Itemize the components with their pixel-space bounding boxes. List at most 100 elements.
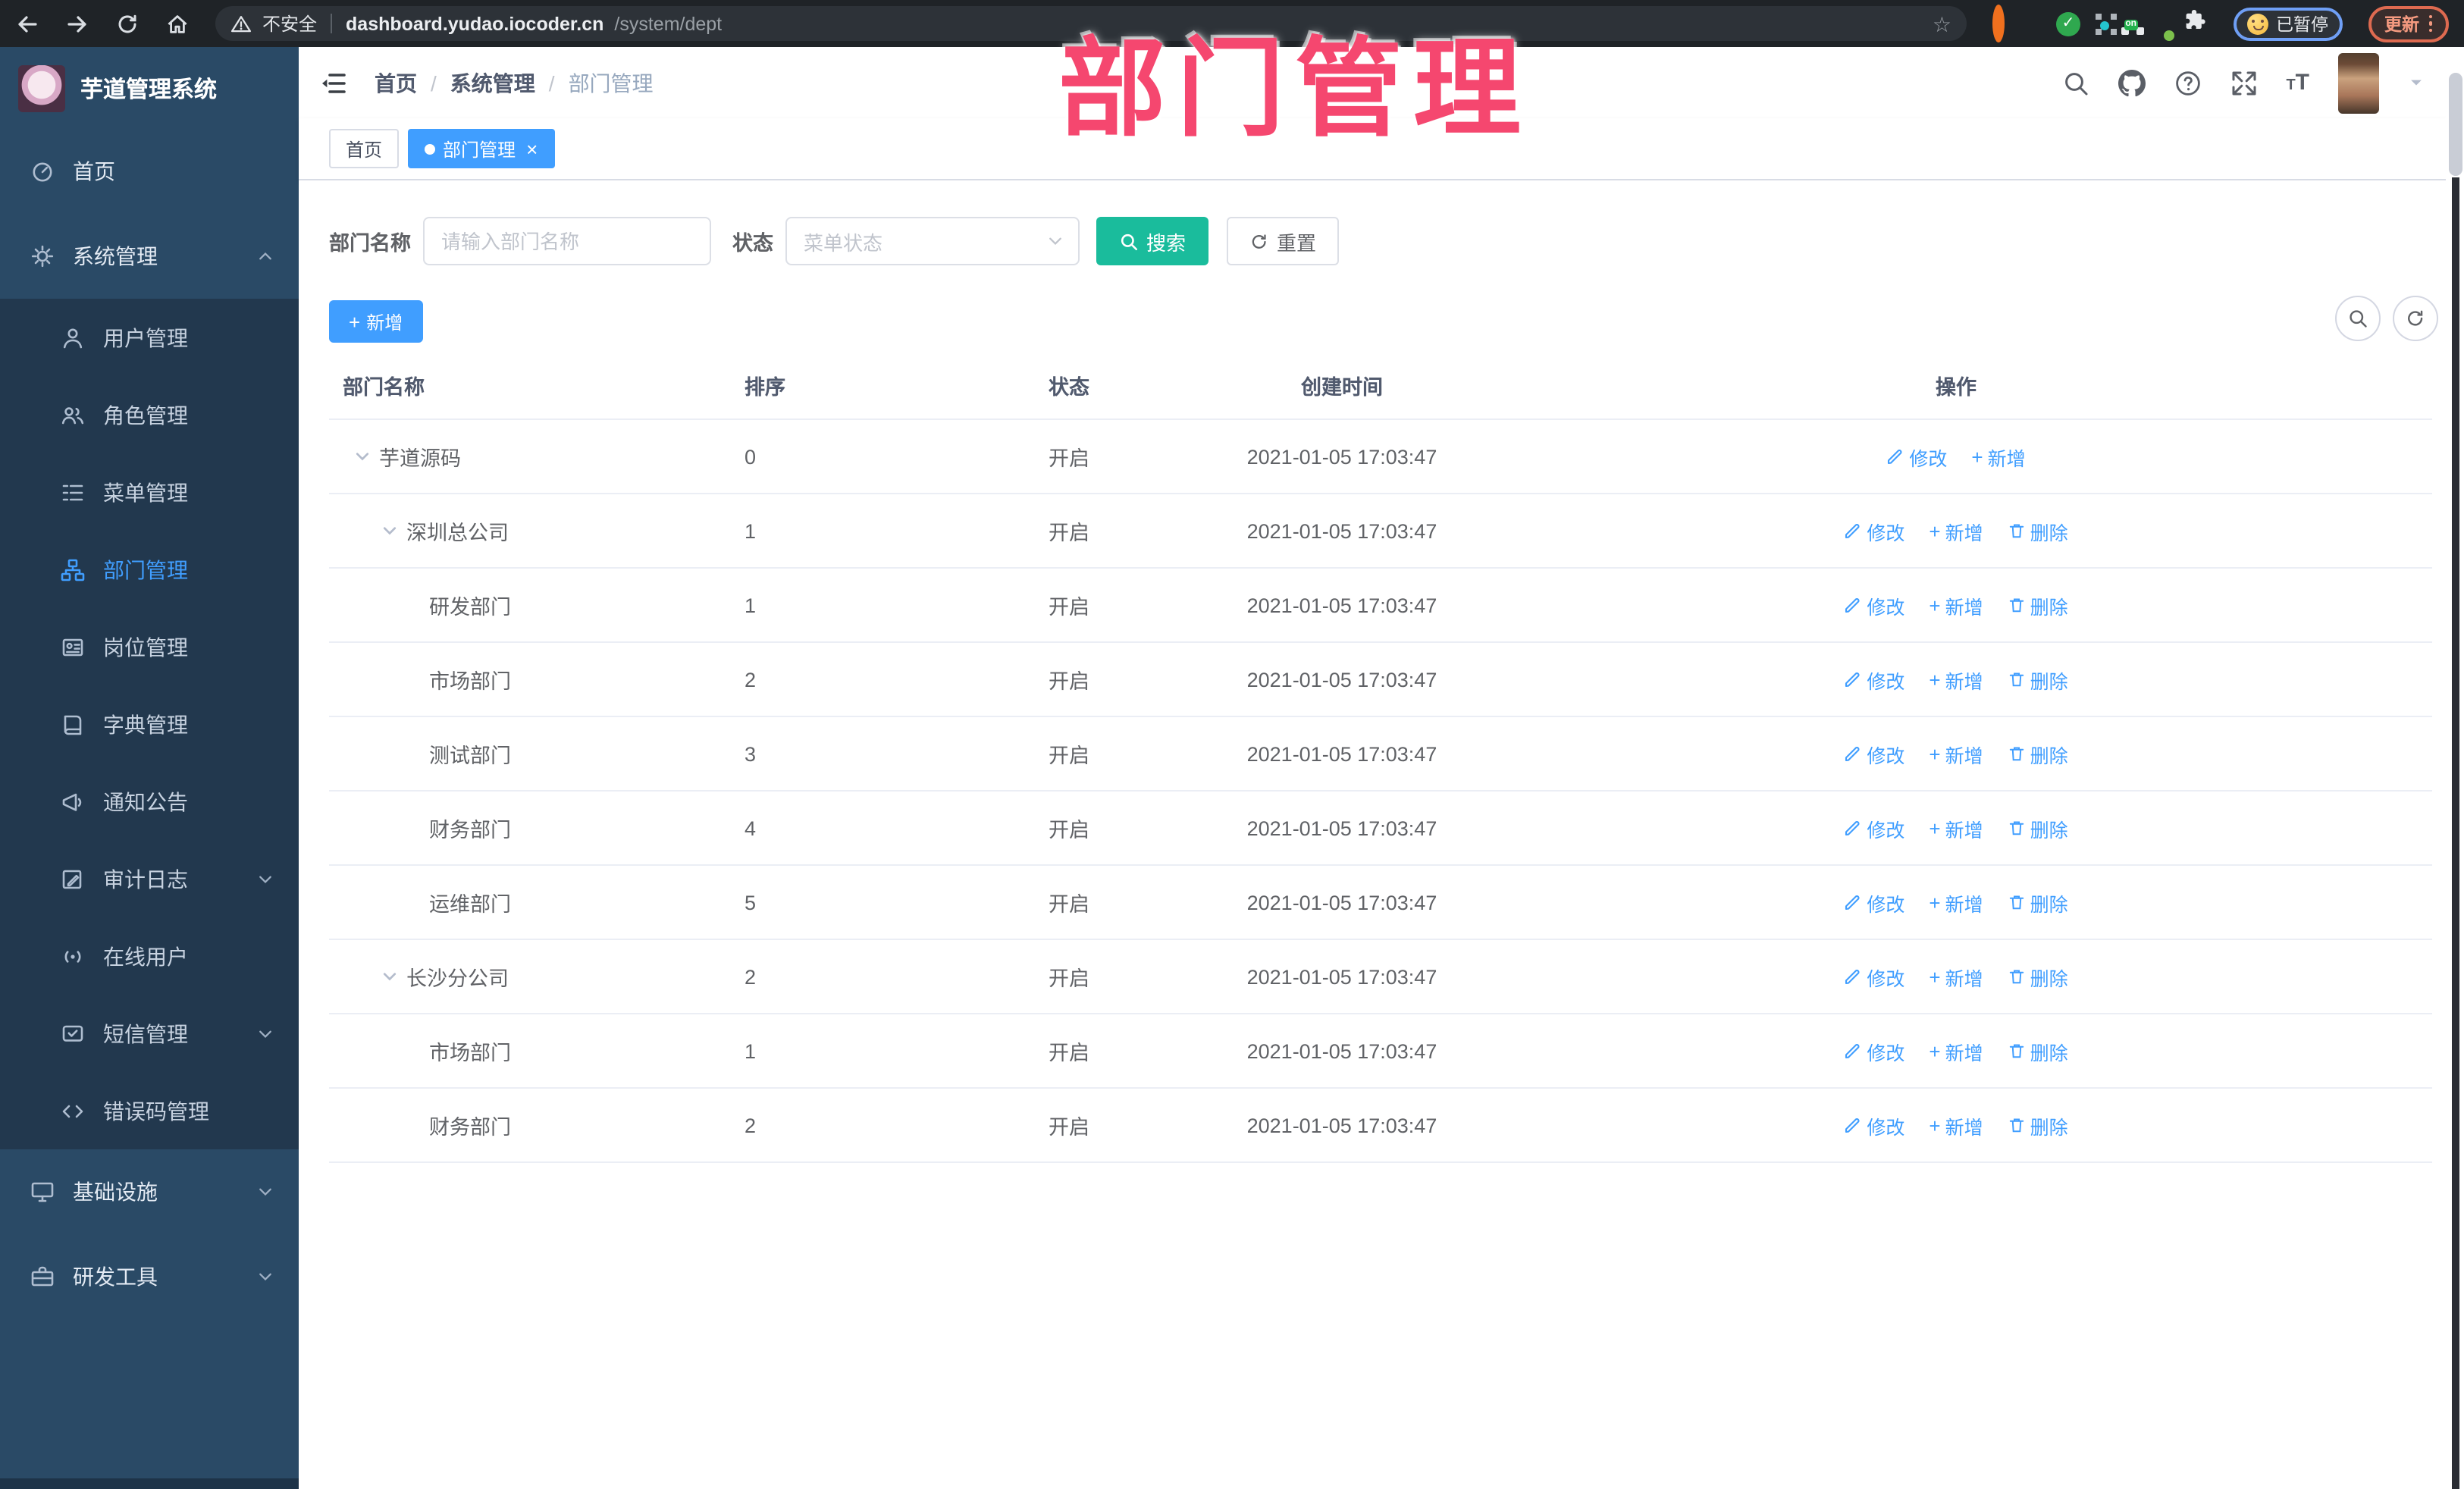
add-child-link[interactable]: + 新增 — [1929, 813, 1983, 842]
add-child-link[interactable]: + 新增 — [1929, 1111, 1983, 1139]
hamburger-fold-icon[interactable] — [320, 69, 347, 96]
edit-pencil-icon — [1845, 895, 1860, 911]
edit-link[interactable]: 修改 — [1844, 1111, 1904, 1139]
dept-name-input[interactable] — [423, 217, 711, 265]
filter-form: 部门名称 状态 菜单状态 搜索 重置 — [329, 217, 1340, 265]
delete-link[interactable]: 删除 — [2008, 591, 2068, 619]
sidebar-item-infrastructure[interactable]: 基础设施 — [0, 1149, 299, 1234]
add-child-link[interactable]: + 新增 — [1929, 665, 1983, 694]
edit-link[interactable]: 修改 — [1886, 442, 1947, 471]
font-size-icon[interactable]: TT — [2286, 71, 2309, 94]
add-department-button[interactable]: + 新增 — [329, 300, 423, 343]
add-child-link[interactable]: + 新增 — [1971, 442, 2025, 471]
home-icon[interactable] — [165, 11, 190, 36]
sidebar-item-posts[interactable]: 岗位管理 — [0, 608, 299, 685]
browser-update-button[interactable]: 更新 — [2368, 5, 2449, 42]
expand-chevron-icon[interactable] — [381, 967, 399, 986]
address-bar[interactable]: 不安全 dashboard.yudao.iocoder.cn/system/de… — [215, 6, 1967, 41]
toggle-search-button[interactable] — [2335, 296, 2381, 341]
scrollbar-thumb[interactable] — [2449, 73, 2462, 176]
add-child-link[interactable]: + 新增 — [1929, 591, 1983, 619]
tab-home[interactable]: 首页 — [329, 129, 400, 168]
sidebar-item-dictionary[interactable]: 字典管理 — [0, 685, 299, 763]
back-icon[interactable] — [15, 11, 39, 36]
delete-link[interactable]: 删除 — [2008, 813, 2068, 842]
extension-icon-orange-ring[interactable] — [1992, 4, 2005, 42]
sidebar-item-notices[interactable]: 通知公告 — [0, 763, 299, 840]
expand-chevron-icon[interactable] — [353, 447, 371, 466]
sidebar-item-home[interactable]: 首页 — [0, 129, 299, 214]
status-select[interactable]: 菜单状态 — [785, 217, 1080, 265]
sidebar-item-dev-tools[interactable]: 研发工具 — [0, 1234, 299, 1319]
edit-link[interactable]: 修改 — [1844, 1036, 1904, 1065]
sidebar-item-roles[interactable]: 角色管理 — [0, 376, 299, 453]
extension-icon-green-check[interactable]: ✓ — [2056, 11, 2080, 36]
online-users-icon — [64, 950, 81, 962]
edit-link[interactable]: 修改 — [1844, 888, 1904, 917]
browser-menu-dots-icon[interactable] — [2428, 14, 2432, 33]
dept-status: 开启 — [1049, 967, 1089, 990]
search-icon[interactable] — [2061, 69, 2089, 96]
add-child-link[interactable]: + 新增 — [1929, 516, 1983, 545]
users-icon — [61, 406, 84, 424]
edit-link[interactable]: 修改 — [1844, 516, 1904, 545]
breadcrumb-system[interactable]: 系统管理 — [450, 67, 535, 98]
add-child-link[interactable]: + 新增 — [1929, 888, 1983, 917]
add-child-link[interactable]: + 新增 — [1929, 962, 1983, 991]
refresh-table-button[interactable] — [2393, 296, 2438, 341]
edit-link[interactable]: 修改 — [1844, 813, 1904, 842]
plus-icon: + — [349, 310, 361, 333]
chevron-down-icon — [259, 1273, 271, 1281]
caret-down-icon[interactable] — [2408, 74, 2425, 91]
user-icon — [63, 328, 83, 348]
delete-link[interactable]: 删除 — [2008, 739, 2068, 768]
sidebar-item-error-codes[interactable]: 错误码管理 — [0, 1072, 299, 1149]
sidebar-item-departments[interactable]: 部门管理 — [0, 531, 299, 608]
expand-chevron-icon[interactable] — [381, 522, 399, 540]
github-icon[interactable] — [2118, 69, 2146, 96]
sidebar-item-sms[interactable]: 短信管理 — [0, 995, 299, 1072]
edit-link[interactable]: 修改 — [1844, 591, 1904, 619]
app-title: 芋道管理系统 — [80, 77, 218, 102]
dept-name: 财务部门 — [429, 1116, 511, 1139]
refresh-icon[interactable] — [115, 11, 140, 36]
reset-button[interactable]: 重置 — [1227, 217, 1340, 265]
tab-departments[interactable]: 部门管理 × — [408, 129, 555, 168]
sidebar-item-menus[interactable]: 菜单管理 — [0, 453, 299, 531]
delete-link[interactable]: 删除 — [2008, 962, 2068, 991]
column-header-name: 部门名称 — [343, 375, 425, 398]
sidebar-item-users[interactable]: 用户管理 — [0, 299, 299, 376]
breadcrumb-current: 部门管理 — [568, 71, 654, 95]
edit-pencil-icon — [1845, 747, 1860, 762]
edit-link[interactable]: 修改 — [1844, 665, 1904, 694]
bookmark-star-icon[interactable]: ☆ — [1933, 13, 1951, 34]
plus-icon: + — [1929, 668, 1941, 691]
edit-link[interactable]: 修改 — [1844, 962, 1904, 991]
tab-close-icon[interactable]: × — [526, 139, 538, 158]
delete-link[interactable]: 删除 — [2008, 888, 2068, 917]
browser-profile-chip[interactable]: 已暂停 — [2234, 7, 2342, 40]
fullscreen-icon[interactable] — [2230, 69, 2257, 96]
sidebar-item-online-users[interactable]: 在线用户 — [0, 917, 299, 995]
delete-link[interactable]: 删除 — [2008, 516, 2068, 545]
add-child-link[interactable]: + 新增 — [1929, 1036, 1983, 1065]
sidebar: 芋道管理系统 首页 系统管理 用户管理 角色管理 菜单管理 部门管理 岗位管理 … — [0, 47, 299, 1489]
breadcrumb-home[interactable]: 首页 — [375, 67, 417, 98]
avatar[interactable] — [2338, 52, 2379, 113]
dept-name: 芋道源码 — [379, 447, 461, 470]
table-row: 测试部门 3 开启 2021-01-05 17:03:47 修改 + 新增 删除 — [329, 717, 2432, 792]
edit-link[interactable]: 修改 — [1844, 739, 1904, 768]
plus-icon: + — [1971, 445, 1983, 468]
sidebar-logo[interactable]: 芋道管理系统 — [0, 47, 299, 129]
help-icon[interactable] — [2174, 69, 2201, 96]
sidebar-item-audit-log[interactable]: 审计日志 — [0, 840, 299, 917]
scrollbar-track — [2452, 177, 2459, 1489]
delete-link[interactable]: 删除 — [2008, 1036, 2068, 1065]
delete-link[interactable]: 删除 — [2008, 665, 2068, 694]
add-child-link[interactable]: + 新增 — [1929, 739, 1983, 768]
sidebar-item-system[interactable]: 系统管理 — [0, 214, 299, 299]
delete-link[interactable]: 删除 — [2008, 1111, 2068, 1139]
search-button[interactable]: 搜索 — [1096, 217, 1209, 265]
forward-icon[interactable] — [65, 11, 89, 36]
extensions-puzzle-icon[interactable] — [2183, 8, 2208, 39]
